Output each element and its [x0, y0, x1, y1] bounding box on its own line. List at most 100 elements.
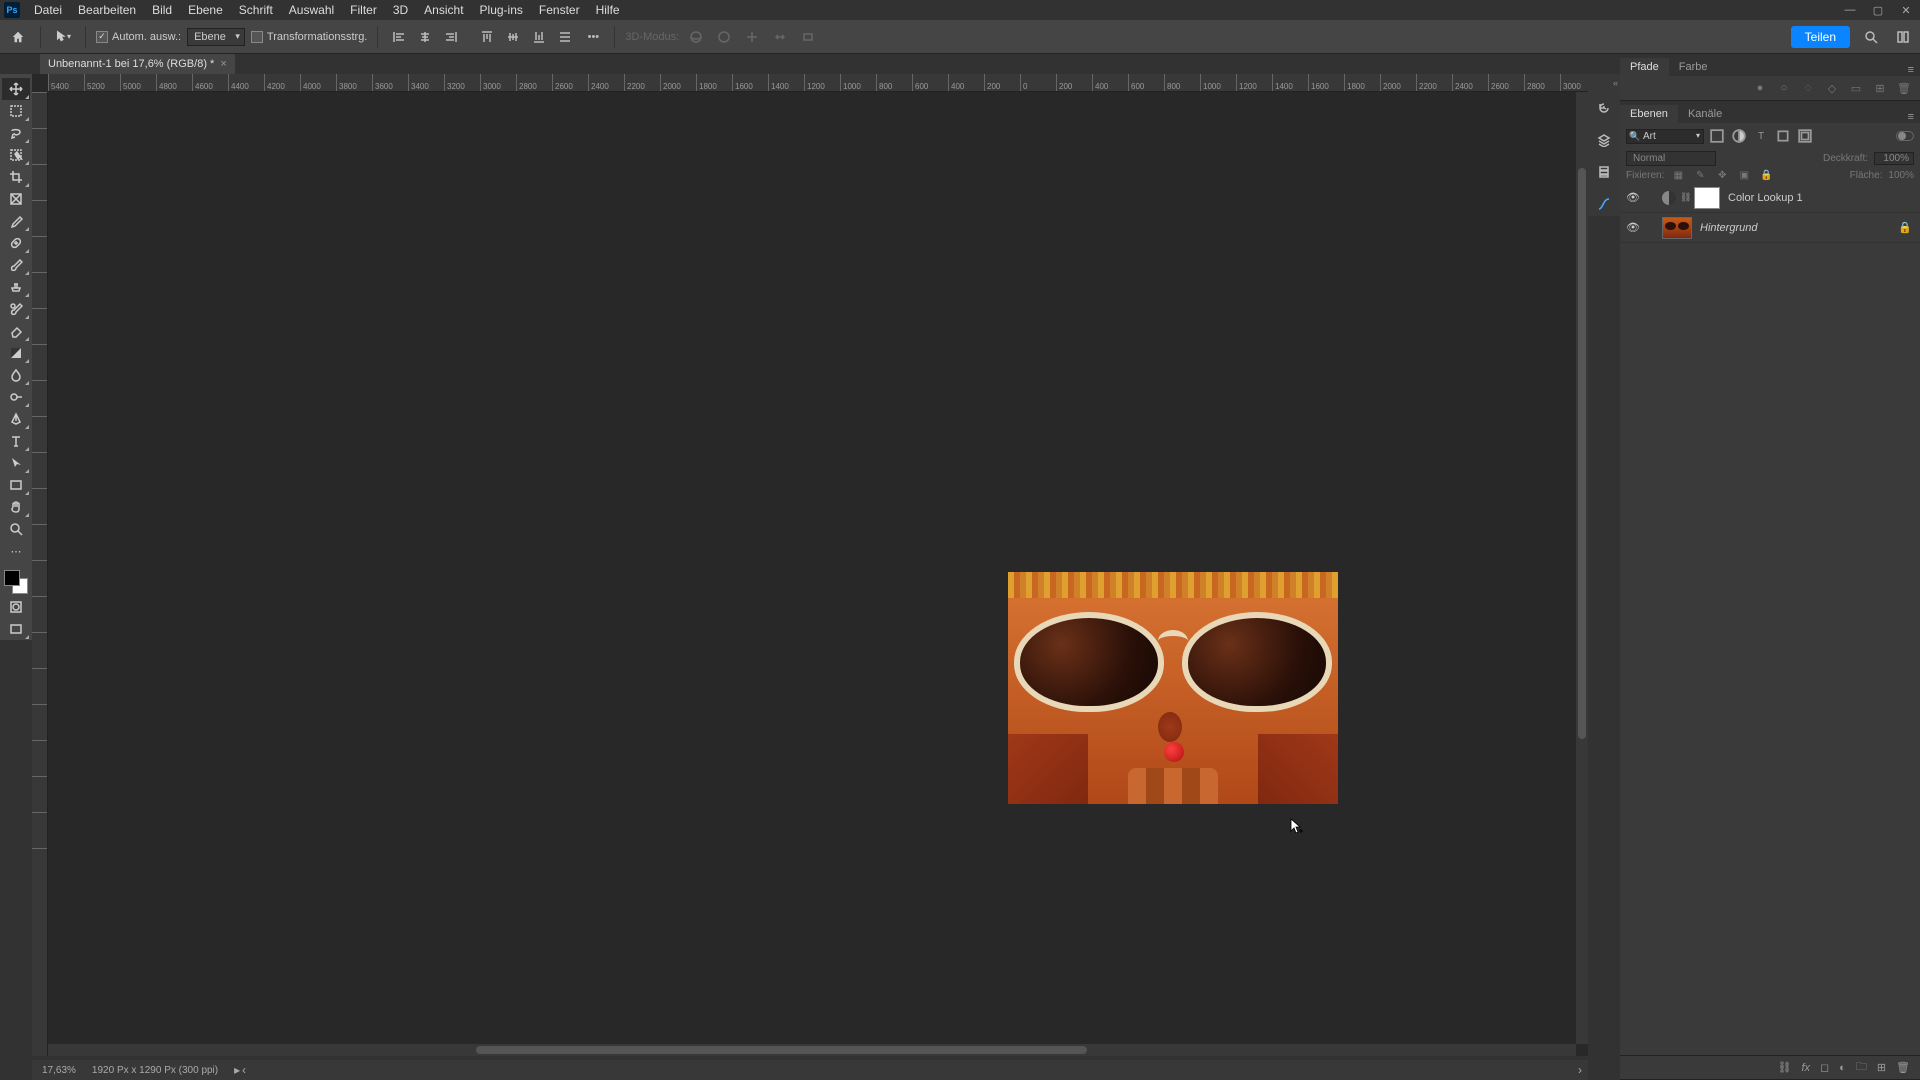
document-info[interactable]: 1920 Px x 1290 Px (300 ppi) [92, 1065, 218, 1076]
brush-tool[interactable] [2, 254, 30, 276]
layer-row[interactable]: 👁 ⛓ Color Lookup 1 [1620, 183, 1920, 213]
stroke-path-icon[interactable]: ○ [1776, 82, 1792, 94]
menu-help[interactable]: Hilfe [588, 1, 628, 19]
filter-adjustment-icon[interactable] [1730, 127, 1748, 145]
curves-panel-icon[interactable] [1592, 192, 1616, 216]
more-align-button[interactable]: ••• [582, 26, 604, 48]
transform-controls-checkbox[interactable]: Transformationsstrg. [251, 31, 367, 43]
filter-pixel-icon[interactable] [1708, 127, 1726, 145]
distribute-icon[interactable] [554, 26, 576, 48]
move-tool[interactable] [2, 78, 30, 100]
add-mask-icon[interactable]: ◻ [1820, 1061, 1829, 1074]
menu-edit[interactable]: Bearbeiten [70, 1, 144, 19]
tab-channels[interactable]: Kanäle [1678, 105, 1732, 123]
tab-paths[interactable]: Pfade [1620, 58, 1669, 76]
share-button[interactable]: Teilen [1791, 26, 1850, 48]
menu-select[interactable]: Auswahl [281, 1, 342, 19]
menu-type[interactable]: Schrift [231, 1, 281, 19]
link-layers-icon[interactable]: ⛓ [1777, 1061, 1791, 1074]
selection-to-path-icon[interactable]: ◇ [1824, 82, 1840, 95]
foreground-color-swatch[interactable] [4, 570, 20, 586]
align-bottom-icon[interactable] [528, 26, 550, 48]
color-swatches[interactable] [2, 568, 30, 596]
object-selection-tool[interactable] [2, 144, 30, 166]
screen-mode-button[interactable] [2, 618, 30, 640]
adjustment-layer-icon[interactable] [1662, 191, 1676, 205]
quick-mask-button[interactable] [2, 596, 30, 618]
layer-list[interactable]: 👁 ⛓ Color Lookup 1 👁 Hintergrund 🔒 [1620, 183, 1920, 1055]
gradient-tool[interactable] [2, 342, 30, 364]
menu-layer[interactable]: Ebene [180, 1, 231, 19]
align-hcenter-icon[interactable] [414, 26, 436, 48]
menu-image[interactable]: Bild [144, 1, 180, 19]
layer-row[interactable]: 👁 Hintergrund 🔒 [1620, 213, 1920, 243]
clone-stamp-tool[interactable] [2, 276, 30, 298]
dodge-tool[interactable] [2, 386, 30, 408]
rectangle-shape-tool[interactable] [2, 474, 30, 496]
path-selection-tool[interactable] [2, 452, 30, 474]
lock-transparency-icon[interactable]: ▦ [1670, 170, 1686, 181]
zoom-tool[interactable] [2, 518, 30, 540]
new-group-icon[interactable]: 🗀 [1856, 1058, 1867, 1077]
hand-tool[interactable] [2, 496, 30, 518]
spot-healing-tool[interactable] [2, 232, 30, 254]
fill-path-icon[interactable]: ● [1752, 82, 1768, 94]
eraser-tool[interactable] [2, 320, 30, 342]
eyedropper-tool[interactable] [2, 210, 30, 232]
filter-shape-icon[interactable] [1774, 127, 1792, 145]
lasso-tool[interactable] [2, 122, 30, 144]
collapse-dock-icon[interactable]: « [1613, 78, 1618, 88]
scroll-right-icon[interactable]: › [1578, 1063, 1582, 1077]
history-brush-tool[interactable] [2, 298, 30, 320]
filter-smart-icon[interactable] [1796, 127, 1814, 145]
search-icon[interactable] [1860, 26, 1882, 48]
delete-layer-icon[interactable]: 🗑 [1896, 1061, 1910, 1074]
properties-panel-icon[interactable] [1592, 160, 1616, 184]
align-top-icon[interactable] [476, 26, 498, 48]
fill-input[interactable]: 100% [1888, 170, 1914, 181]
history-panel-icon[interactable] [1592, 96, 1616, 120]
document-image[interactable] [1008, 572, 1338, 804]
panel-menu-icon[interactable]: ≡ [1902, 64, 1920, 76]
layer-thumbnail[interactable] [1662, 217, 1692, 239]
menu-window[interactable]: Fenster [531, 1, 588, 19]
menu-plugins[interactable]: Plug-ins [472, 1, 531, 19]
layer-name[interactable]: Color Lookup 1 [1728, 192, 1803, 204]
layer-style-icon[interactable]: fx [1801, 1062, 1810, 1074]
link-mask-icon[interactable]: ⛓ [1680, 192, 1690, 203]
align-left-icon[interactable] [388, 26, 410, 48]
align-vcenter-icon[interactable] [502, 26, 524, 48]
window-close-icon[interactable]: ✕ [1892, 0, 1920, 20]
menu-filter[interactable]: Filter [342, 1, 385, 19]
lock-position-icon[interactable]: ✥ [1714, 170, 1730, 181]
path-to-selection-icon[interactable]: ◌ [1800, 82, 1816, 94]
menu-file[interactable]: Datei [26, 1, 70, 19]
zoom-level[interactable]: 17,63% [42, 1065, 76, 1076]
new-path-icon[interactable]: ⊞ [1872, 82, 1888, 95]
layer-name[interactable]: Hintergrund [1700, 222, 1757, 234]
horizontal-ruler[interactable]: 5400520050004800460044004200400038003600… [48, 74, 1588, 92]
lock-artboard-icon[interactable]: ▣ [1736, 170, 1752, 181]
blend-mode-dropdown[interactable]: Normal [1626, 151, 1716, 166]
crop-tool[interactable] [2, 166, 30, 188]
panel-menu-icon[interactable]: ≡ [1902, 111, 1920, 123]
blur-tool[interactable] [2, 364, 30, 386]
horizontal-scrollbar[interactable] [48, 1044, 1576, 1056]
lock-all-icon[interactable]: 🔒 [1758, 170, 1774, 181]
menu-3d[interactable]: 3D [385, 1, 416, 19]
home-button[interactable] [6, 25, 30, 49]
lock-pixels-icon[interactable]: ✎ [1692, 170, 1708, 181]
auto-select-target-dropdown[interactable]: Ebene [187, 28, 245, 46]
vertical-ruler[interactable] [32, 92, 48, 1056]
rectangular-marquee-tool[interactable] [2, 100, 30, 122]
window-maximize-icon[interactable]: ▢ [1864, 0, 1892, 20]
pen-tool[interactable] [2, 408, 30, 430]
layers-panel-icon[interactable] [1592, 128, 1616, 152]
auto-select-checkbox[interactable]: Autom. ausw.: [96, 31, 181, 43]
document-tab[interactable]: Unbenannt-1 bei 17,6% (RGB/8) * × [40, 54, 235, 74]
align-right-icon[interactable] [440, 26, 462, 48]
new-adjustment-icon[interactable]: ◐ [1839, 1062, 1846, 1074]
visibility-toggle-icon[interactable]: 👁 [1624, 191, 1642, 204]
lock-icon[interactable]: 🔒 [1898, 221, 1912, 234]
tab-color[interactable]: Farbe [1669, 58, 1718, 76]
